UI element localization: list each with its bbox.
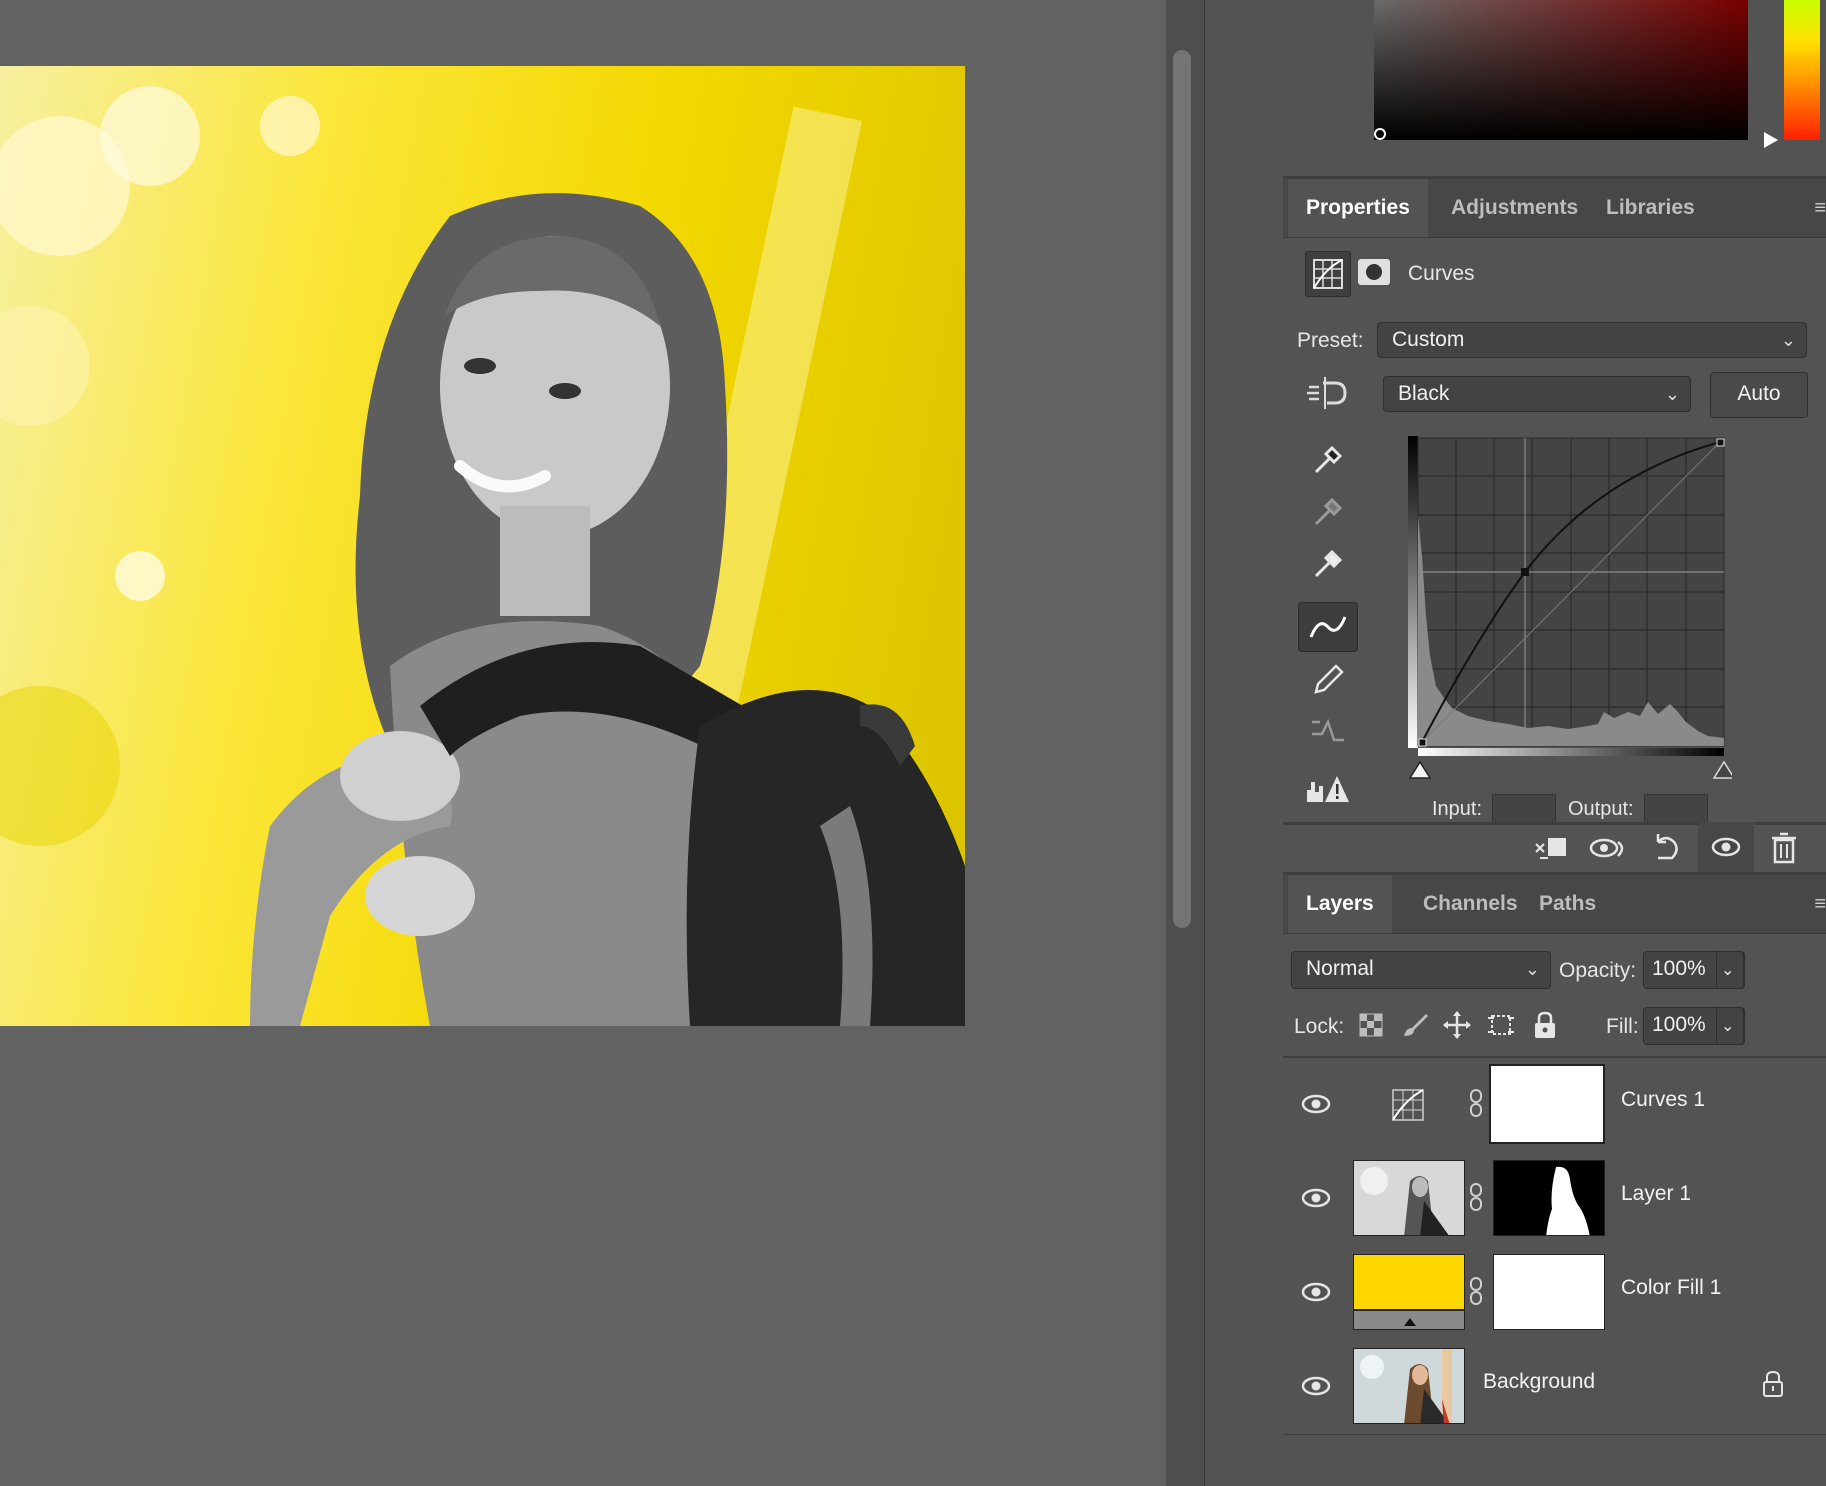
auto-button[interactable]: Auto	[1710, 372, 1808, 418]
preset-value: Custom	[1392, 328, 1465, 351]
opacity-label: Opacity:	[1559, 959, 1637, 982]
eye-icon[interactable]	[1301, 1374, 1331, 1403]
black-point-eyedropper-icon[interactable]	[1310, 442, 1346, 478]
gray-point-eyedropper-icon[interactable]	[1310, 494, 1346, 530]
clip-to-layer-icon[interactable]	[1530, 830, 1570, 871]
color-picker-field[interactable]	[1374, 0, 1748, 140]
channel-dropdown[interactable]: Black ⌄	[1383, 376, 1691, 412]
layers-tabbar: Layers Channels Paths ≡	[1283, 875, 1826, 934]
chevron-down-icon: ⌄	[1524, 959, 1540, 979]
layer-name[interactable]: Curves 1	[1621, 1088, 1705, 1112]
lock-icon	[1761, 1370, 1785, 1403]
canvas-image[interactable]	[0, 66, 965, 1026]
input-field[interactable]	[1492, 794, 1556, 824]
adjustment-title: Curves	[1408, 262, 1475, 285]
tab-properties[interactable]: Properties	[1288, 179, 1428, 237]
fill-value: 100%	[1652, 1013, 1706, 1036]
white-point-eyedropper-icon[interactable]	[1310, 546, 1346, 582]
layer-row-color-fill-1[interactable]: Color Fill 1	[1283, 1246, 1826, 1341]
eye-icon[interactable]	[1301, 1186, 1331, 1215]
chevron-down-icon: ⌄	[1721, 1018, 1735, 1035]
lock-all-icon[interactable]	[1532, 1010, 1558, 1045]
preset-label: Preset:	[1297, 329, 1364, 352]
hue-slider-marker[interactable]	[1764, 132, 1778, 148]
layer-name[interactable]: Background	[1483, 1370, 1595, 1394]
input-label: Input:	[1432, 798, 1483, 820]
photo-artwork	[0, 86, 965, 1026]
layer-name[interactable]: Color Fill 1	[1621, 1276, 1721, 1300]
output-label: Output:	[1568, 798, 1634, 820]
pencil-draw-icon[interactable]	[1310, 662, 1346, 698]
color-fill-thumbnail[interactable]	[1353, 1254, 1465, 1330]
tab-layers[interactable]: Layers	[1288, 875, 1392, 933]
chevron-down-icon: ⌄	[1780, 330, 1796, 350]
lock-image-pixels-icon[interactable]	[1400, 1010, 1430, 1045]
blend-mode-dropdown[interactable]: Normal ⌄	[1291, 951, 1551, 989]
view-previous-state-icon[interactable]	[1588, 830, 1628, 871]
panel-menu-icon[interactable]: ≡	[1814, 197, 1826, 220]
lock-artboard-icon[interactable]	[1486, 1010, 1516, 1045]
color-picker-cursor[interactable]	[1374, 128, 1386, 140]
link-chain-icon[interactable]	[1468, 1088, 1484, 1123]
curve-point-tool-icon[interactable]	[1298, 602, 1358, 652]
curves-adjustment-icon[interactable]	[1305, 251, 1351, 297]
link-chain-icon[interactable]	[1468, 1182, 1484, 1217]
layer-mask-icon[interactable]	[1357, 258, 1391, 286]
lock-position-icon[interactable]	[1442, 1010, 1472, 1045]
trash-icon[interactable]	[1768, 830, 1800, 871]
blend-mode-value: Normal	[1306, 957, 1374, 980]
link-chain-icon[interactable]	[1468, 1276, 1484, 1311]
hue-slider[interactable]	[1784, 0, 1820, 140]
fill-label: Fill:	[1606, 1015, 1639, 1038]
on-image-adjust-icon[interactable]	[1305, 375, 1351, 416]
layer-row-layer-1[interactable]: Layer 1	[1283, 1152, 1826, 1247]
tab-channels[interactable]: Channels	[1405, 875, 1536, 933]
scrollbar-thumb[interactable]	[1173, 50, 1191, 928]
panel-dock-gutter	[1204, 0, 1284, 1486]
eye-icon[interactable]	[1301, 1092, 1331, 1121]
opacity-value: 100%	[1652, 957, 1706, 980]
output-field[interactable]	[1644, 794, 1708, 824]
opacity-slider-toggle[interactable]: ⌄	[1716, 951, 1744, 989]
preset-dropdown[interactable]: Custom ⌄	[1377, 322, 1807, 358]
lock-transparent-pixels-icon[interactable]	[1358, 1012, 1384, 1043]
clipping-warning-icon[interactable]	[1305, 772, 1351, 806]
layer-mask-thumbnail[interactable]	[1493, 1160, 1605, 1236]
layer-row-curves-1[interactable]: Curves 1	[1283, 1058, 1826, 1153]
eye-icon[interactable]	[1301, 1280, 1331, 1309]
reset-icon[interactable]	[1648, 830, 1684, 871]
tab-paths[interactable]: Paths	[1521, 875, 1614, 933]
layer-name[interactable]: Layer 1	[1621, 1182, 1691, 1206]
triangle-marker-icon	[1404, 1318, 1416, 1326]
layer-thumbnail	[1353, 1348, 1465, 1424]
smooth-curve-icon[interactable]	[1308, 712, 1348, 748]
layer-mask-thumbnail[interactable]	[1489, 1064, 1605, 1144]
panel-menu-icon[interactable]: ≡	[1814, 893, 1826, 916]
curves-graph[interactable]	[1408, 436, 1736, 790]
layer-thumbnail	[1353, 1160, 1465, 1236]
fill-slider-toggle[interactable]: ⌄	[1716, 1007, 1744, 1045]
layer-mask-thumbnail[interactable]	[1493, 1254, 1605, 1330]
tab-libraries[interactable]: Libraries	[1588, 179, 1713, 237]
properties-tabbar: Properties Adjustments Libraries ≡	[1283, 179, 1826, 238]
layer-row-background[interactable]: Background	[1283, 1340, 1826, 1435]
chevron-down-icon: ⌄	[1721, 962, 1735, 979]
tab-adjustments[interactable]: Adjustments	[1433, 179, 1596, 237]
toggle-visibility-icon[interactable]	[1698, 822, 1754, 872]
chevron-down-icon: ⌄	[1664, 384, 1680, 404]
channel-value: Black	[1398, 382, 1450, 405]
lock-label: Lock:	[1294, 1015, 1345, 1038]
